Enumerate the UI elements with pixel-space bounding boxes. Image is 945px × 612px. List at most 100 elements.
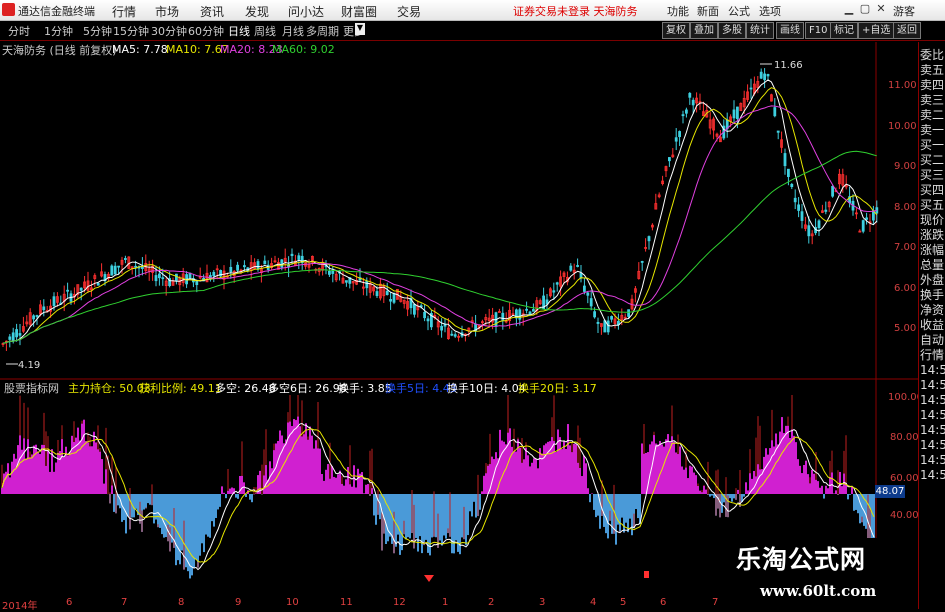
candle-body [824, 209, 828, 212]
period-tab-15min[interactable]: 15分钟 [113, 23, 149, 39]
more-dropdown-icon[interactable]: ▼ [355, 23, 365, 35]
menu-wealth[interactable]: 财富圈 [341, 3, 377, 20]
date-label: 6 [660, 597, 667, 608]
candle-body [501, 312, 505, 321]
side-item[interactable]: 买四 [920, 183, 945, 198]
menu-ask-xiaoda[interactable]: 问小达 [288, 3, 324, 20]
side-item[interactable]: 买二 [920, 153, 945, 168]
buy-signal-icon [424, 575, 434, 582]
maximize-icon[interactable]: ▢ [858, 2, 872, 16]
f10-button[interactable]: F10 [805, 22, 832, 39]
side-item[interactable]: 14:50 [920, 393, 945, 408]
candle-body [603, 320, 607, 333]
side-item[interactable]: 14:50 [920, 423, 945, 438]
menu-trade[interactable]: 交易 [397, 3, 421, 20]
candle-body [297, 255, 301, 260]
side-item[interactable]: 行情 [920, 348, 945, 363]
candle-body [593, 311, 596, 318]
add-watchlist-button[interactable]: +自选 [858, 22, 895, 39]
statistics-button[interactable]: 统计 [746, 22, 774, 39]
restore-rights-button[interactable]: 复权 [662, 22, 690, 39]
side-item[interactable]: 卖一 [920, 123, 945, 138]
menu-discover[interactable]: 发现 [245, 3, 269, 20]
side-item[interactable]: 卖三 [920, 93, 945, 108]
side-item[interactable]: 委比 [920, 48, 945, 63]
side-item[interactable]: 总量 [920, 258, 945, 273]
side-item[interactable]: 14:50 [920, 468, 945, 483]
multi-stock-button[interactable]: 多股 [718, 22, 746, 39]
candle-body [412, 304, 416, 315]
side-item[interactable]: 14:50 [920, 378, 945, 393]
period-tab-5min[interactable]: 5分钟 [83, 23, 112, 39]
draw-line-button[interactable]: 画线 [776, 22, 804, 39]
menu-options[interactable]: 选项 [759, 3, 781, 19]
price-panel-title: 天海防务 (日线 前复权) [2, 44, 117, 57]
side-item[interactable]: 14:50 [920, 363, 945, 378]
side-item[interactable]: 买三 [920, 168, 945, 183]
date-label: 12 [393, 597, 406, 608]
menu-new-page[interactable]: 新面 [697, 3, 719, 19]
price-axis-label: 5.00 [894, 323, 917, 334]
back-button[interactable]: 返回 [893, 22, 921, 39]
stock-chart[interactable]: 11.66 4.19 [0, 42, 918, 597]
side-item[interactable]: 涨跌 [920, 228, 945, 243]
side-item[interactable]: 卖五 [920, 63, 945, 78]
side-item[interactable]: 现价 [920, 213, 945, 228]
date-label: 6 [66, 597, 73, 608]
overlay-button[interactable]: 叠加 [690, 22, 718, 39]
menu-formula[interactable]: 公式 [728, 3, 750, 19]
candle-body [134, 265, 138, 268]
menu-news[interactable]: 资讯 [200, 3, 224, 20]
period-tab-30min[interactable]: 30分钟 [151, 23, 187, 39]
menu-market[interactable]: 市场 [155, 3, 179, 20]
side-item[interactable]: 卖二 [920, 108, 945, 123]
menu-function[interactable]: 功能 [667, 3, 689, 19]
close-icon[interactable]: ✕ [874, 2, 888, 16]
period-tab-weekly[interactable]: 周线 [254, 23, 276, 39]
period-tab-daily[interactable]: 日线 [228, 23, 250, 39]
candle-body [52, 296, 56, 307]
candle-body [11, 332, 15, 342]
price-axis-label: 10.00 [888, 121, 917, 132]
period-tab-monthly[interactable]: 月线 [282, 23, 304, 39]
side-item[interactable]: 涨幅 [920, 243, 945, 258]
period-tab-60min[interactable]: 60分钟 [188, 23, 224, 39]
candle-body [440, 325, 444, 331]
side-item[interactable]: 14:50 [920, 408, 945, 423]
side-item[interactable]: 换手 [920, 288, 945, 303]
user-guest[interactable]: 游客 [893, 3, 915, 19]
indicator-axis-label: 40.00 [890, 510, 919, 521]
login-warning[interactable]: 证券交易未登录 天海防务 [513, 3, 638, 19]
menu-quotes[interactable]: 行情 [112, 3, 136, 20]
side-item[interactable]: 14:50 [920, 453, 945, 468]
candle-body [229, 266, 233, 273]
side-item[interactable]: 14:50 [920, 438, 945, 453]
side-item[interactable]: 收益 [920, 318, 945, 333]
side-item[interactable]: 买五 [920, 198, 945, 213]
candle-body [759, 71, 763, 79]
side-item[interactable]: 卖四 [920, 78, 945, 93]
side-item[interactable]: 净资 [920, 303, 945, 318]
mark-button[interactable]: 标记 [830, 22, 858, 39]
date-label: 4 [590, 597, 597, 608]
candle-body [555, 282, 559, 285]
side-item[interactable]: 自动 [920, 333, 945, 348]
indicator-value: 多空: 26.48 [215, 382, 276, 395]
app-logo-icon [2, 3, 15, 16]
candle-body [681, 114, 685, 117]
period-tab-multi[interactable]: 多周期 [306, 23, 339, 39]
period-tab-timeshare[interactable]: 分时 [8, 23, 30, 39]
side-item[interactable]: 买一 [920, 138, 945, 153]
indicator-name: 股票指标网 [4, 382, 59, 395]
minimize-icon[interactable]: ▁ [842, 2, 856, 16]
candle-body [685, 109, 688, 114]
side-item[interactable]: 外盘 [920, 273, 945, 288]
candle-body [290, 253, 294, 257]
ma60-line [2, 150, 877, 344]
ma5-label: MA5: 7.78 [112, 43, 168, 56]
period-tab-1min[interactable]: 1分钟 [44, 23, 73, 39]
menu-bar: 通达信金融终端 行情 市场 资讯 发现 问小达 财富圈 交易 证券交易未登录 天… [0, 0, 945, 21]
candle-body [610, 316, 613, 320]
candle-body [773, 107, 777, 117]
price-axis-label: 11.00 [888, 80, 917, 91]
